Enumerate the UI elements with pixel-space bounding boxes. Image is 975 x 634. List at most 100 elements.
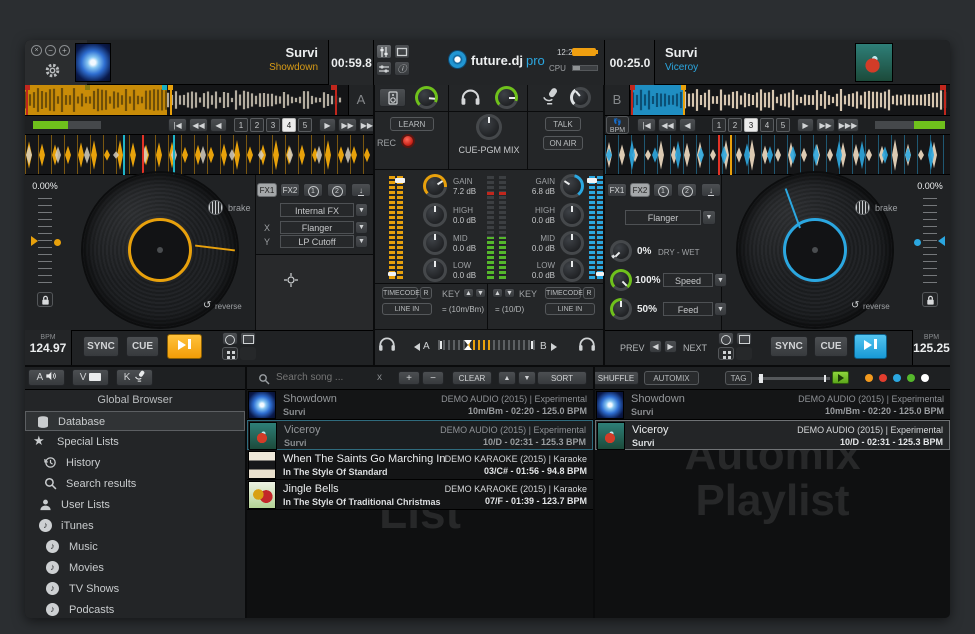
- video-toggle-button[interactable]: V: [72, 369, 109, 386]
- automix-fade-slider[interactable]: [758, 377, 830, 380]
- karaoke-toggle-button[interactable]: K: [116, 369, 153, 386]
- deck-b-key-down-button[interactable]: ▼: [504, 288, 515, 298]
- deck-a-line-in-button[interactable]: LINE IN: [382, 303, 432, 315]
- ch-b-mid-knob[interactable]: [560, 231, 584, 255]
- search-input[interactable]: [274, 370, 372, 385]
- zoom-out-button[interactable]: −: [422, 371, 444, 385]
- deck-b-hotcue-3[interactable]: 3: [744, 118, 758, 132]
- deck-a-overview-waveform[interactable]: [25, 85, 348, 115]
- deck-b-cue-button[interactable]: CUE: [814, 336, 848, 357]
- ch-a-mid-knob[interactable]: [423, 231, 447, 255]
- deck-a-pitch-handle[interactable]: [31, 236, 38, 246]
- deck-a-fx-y-select[interactable]: LP Cutoff: [280, 235, 354, 248]
- deck-b-keylock-button[interactable]: [922, 292, 938, 307]
- scroll-down-button[interactable]: ▼: [518, 371, 536, 385]
- deck-a-hotcue-3[interactable]: 3: [266, 118, 280, 132]
- deck-a-display-mode-button[interactable]: [240, 332, 256, 345]
- deck-a-ffwd-button[interactable]: ▶▶: [338, 118, 357, 132]
- deck-b-fader-handle[interactable]: [587, 178, 597, 183]
- reverse-icon[interactable]: ↺: [203, 300, 211, 311]
- deck-b-timecode-button[interactable]: TIMECODE: [545, 287, 581, 299]
- deck-b-drywet-knob[interactable]: [610, 240, 632, 262]
- deck-b-timecode-r-button[interactable]: R: [583, 287, 595, 299]
- deck-b-param2-select[interactable]: Feed: [663, 302, 713, 316]
- zoom-in-button[interactable]: +: [398, 371, 420, 385]
- info-icon[interactable]: ⓘ: [394, 61, 410, 76]
- deck-b-fx-preset2-tab[interactable]: 2: [677, 183, 697, 197]
- view-mixer-button[interactable]: [376, 61, 392, 76]
- deck-b-fx-preset1-tab[interactable]: 1: [653, 183, 673, 197]
- deck-a-step-fwd-button[interactable]: ▶: [319, 118, 336, 132]
- sidebar-item-music[interactable]: ♪ Music: [25, 537, 245, 557]
- deck-b-bpm-tap-button[interactable]: 👣BPM: [606, 116, 629, 134]
- deck-b-jog-mode-button[interactable]: [718, 332, 734, 345]
- brake-icon[interactable]: [208, 200, 223, 215]
- deck-b-param2-knob[interactable]: [610, 298, 632, 320]
- deck-b-param1-knob[interactable]: [610, 269, 632, 291]
- deck-a-hotcue-2[interactable]: 2: [250, 118, 264, 132]
- deck-b-skip-start-button[interactable]: |◀: [637, 118, 656, 132]
- deck-b-pitch-slider[interactable]: [923, 198, 937, 288]
- deck-b-fffwd-button[interactable]: ▶▶▶: [837, 118, 859, 132]
- deck-b-brake-label[interactable]: brake: [875, 203, 898, 213]
- minimize-icon[interactable]: −: [45, 45, 56, 56]
- deck-a-fx-engine-select[interactable]: Internal FX: [280, 203, 354, 217]
- deck-b-reverse-label[interactable]: reverse: [863, 302, 890, 311]
- deck-a-sync-button[interactable]: SYNC: [83, 336, 119, 357]
- automix-fade-handle[interactable]: [759, 374, 763, 383]
- ch-a-low-knob[interactable]: [423, 258, 447, 282]
- sidebar-item-itunes[interactable]: ♪ iTunes: [25, 516, 245, 536]
- deck-a-hotcue-4[interactable]: 4: [282, 118, 296, 132]
- mic-volume-knob[interactable]: [570, 87, 591, 108]
- tag-dot-red[interactable]: [879, 374, 887, 382]
- deck-b-scratch-waveform[interactable]: [605, 135, 950, 175]
- brake-icon[interactable]: [855, 200, 870, 215]
- deck-b-hotcue-2[interactable]: 2: [728, 118, 742, 132]
- rec-led[interactable]: [401, 134, 415, 148]
- deck-b-fx1-tab[interactable]: FX1: [607, 183, 627, 197]
- talk-button[interactable]: TALK: [545, 117, 581, 131]
- cue-pgm-mix-knob[interactable]: [476, 114, 502, 140]
- chevron-down-icon[interactable]: ▼: [355, 203, 368, 217]
- deck-a-fx-x-select[interactable]: Flanger: [280, 221, 354, 234]
- tag-dot-white[interactable]: [921, 374, 929, 382]
- deck-a-play-button[interactable]: [167, 334, 202, 359]
- fx-download-icon[interactable]: ↓: [351, 183, 371, 197]
- sidebar-item-tv-shows[interactable]: ♪ TV Shows: [25, 579, 245, 599]
- deck-a-fx-preset1-tab[interactable]: 1: [303, 183, 323, 197]
- deck-a-reverse-label[interactable]: reverse: [215, 302, 242, 311]
- view-decks-button[interactable]: [376, 44, 392, 59]
- headphone-volume-knob[interactable]: [495, 86, 518, 109]
- deck-b-hotcue-1[interactable]: 1: [712, 118, 726, 132]
- deck-a-keylock-button[interactable]: [37, 292, 53, 307]
- deck-b-next-label[interactable]: NEXT: [683, 343, 707, 353]
- deck-a-fx2-tab[interactable]: FX2: [280, 183, 300, 197]
- deck-a-pad-view-button[interactable]: [222, 347, 238, 360]
- deck-a-key-up-button[interactable]: ▲: [463, 288, 474, 298]
- sidebar-item-search-results[interactable]: Search results: [25, 474, 245, 494]
- tag-dot-orange[interactable]: [865, 374, 873, 382]
- deck-b-step-fwd-button[interactable]: ▶: [797, 118, 814, 132]
- tag-dot-green[interactable]: [907, 374, 915, 382]
- deck-b-next-button[interactable]: ▶: [664, 340, 677, 353]
- deck-b-hotcue-5[interactable]: 5: [776, 118, 790, 132]
- track-row[interactable]: Showdown Survi DEMO AUDIO (2015) | Exper…: [247, 390, 593, 420]
- sidebar-item-user-lists[interactable]: User Lists: [25, 495, 245, 515]
- deck-a-hotcue-5[interactable]: 5: [298, 118, 312, 132]
- deck-a-key-down-button[interactable]: ▼: [475, 288, 486, 298]
- deck-a-timecode-button[interactable]: TIMECODE: [382, 287, 418, 299]
- deck-a-rewind-button[interactable]: ◀◀: [189, 118, 208, 132]
- deck-b-fx-effect-select[interactable]: Flanger: [625, 210, 701, 225]
- track-row[interactable]: When The Saints Go Marching In In The St…: [247, 450, 593, 480]
- sidebar-item-podcasts[interactable]: ♪ Podcasts: [25, 600, 245, 618]
- deck-b-display-mode-button[interactable]: [736, 332, 752, 345]
- deck-a-scratch-waveform[interactable]: [25, 135, 373, 175]
- playlist-row[interactable]: Showdown Survi DEMO AUDIO (2015) | Exper…: [595, 390, 950, 420]
- ch-b-high-knob[interactable]: [560, 203, 584, 227]
- deck-a-cue-button[interactable]: CUE: [126, 336, 159, 357]
- crossfader[interactable]: [438, 340, 535, 350]
- deck-a-volume-fader[interactable]: [397, 174, 403, 279]
- deck-b-prev-label[interactable]: PREV: [620, 343, 645, 353]
- deck-a-timecode-r-button[interactable]: R: [420, 287, 432, 299]
- deck-b-key-up-button[interactable]: ▲: [492, 288, 503, 298]
